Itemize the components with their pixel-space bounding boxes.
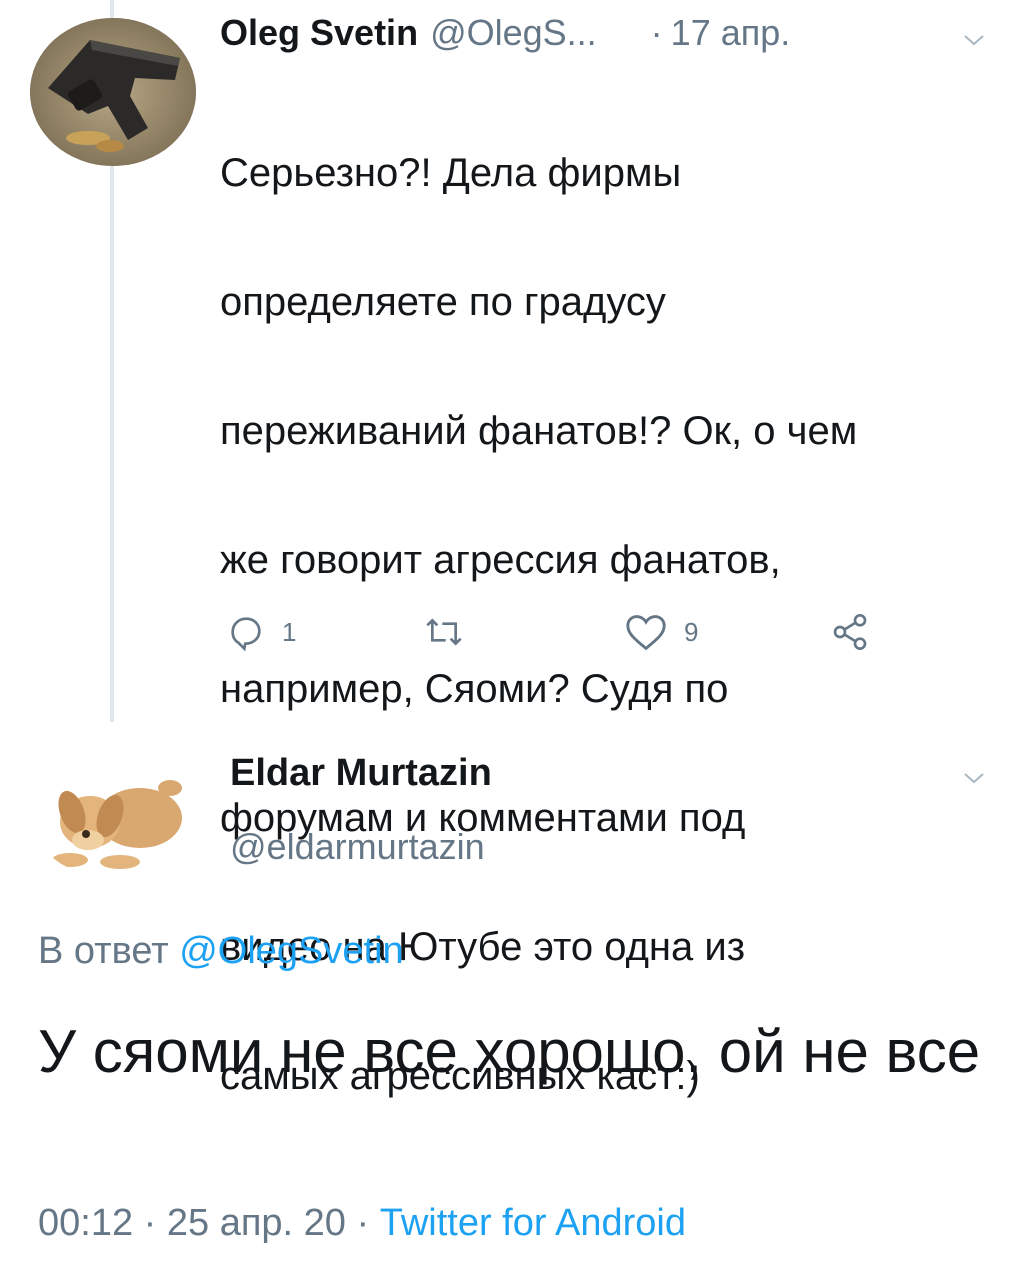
reply-icon <box>231 617 261 652</box>
text-line: например, Сяоми? Судя по <box>220 666 729 711</box>
reply-prefix: В ответ <box>38 930 169 972</box>
text-line: определяете по градусу <box>220 279 666 324</box>
share-icon <box>833 614 867 650</box>
separator: · <box>143 1202 157 1244</box>
parent-tweet-header: Oleg Svetin @OlegS... · 17 апр. <box>220 12 1010 64</box>
share-button[interactable] <box>830 612 870 652</box>
main-tweet-text: У сяоми не все хорошо, ой не все <box>38 1018 981 1085</box>
tweet-time: 00:12 <box>38 1202 134 1244</box>
avatar-eldar[interactable] <box>30 748 196 878</box>
tweet-source-link[interactable]: Twitter for Android <box>380 1202 686 1244</box>
text-line: переживаний фанатов!? Ок, о чем <box>220 408 858 453</box>
chevron-down-icon[interactable] <box>962 28 986 52</box>
pistol-photo-icon <box>30 18 196 166</box>
reply-context: В ответ @OlegSvetin <box>38 930 404 973</box>
like-count: 9 <box>684 616 699 647</box>
heart-icon <box>626 615 666 651</box>
author-name[interactable]: Oleg Svetin <box>220 12 418 54</box>
text-line: Серьезно?! Дела фирмы <box>220 150 682 195</box>
reply-count: 1 <box>282 616 297 647</box>
retweet-icon <box>426 618 462 646</box>
chevron-down-icon[interactable] <box>962 766 986 790</box>
author-handle[interactable]: @eldarmurtazin <box>230 826 485 868</box>
author-handle[interactable]: @OlegS... <box>430 12 597 54</box>
tweet-date: 25 апр. 20 <box>166 1202 346 1244</box>
parent-tweet[interactable]: Oleg Svetin @OlegS... · 17 апр. Серьезно… <box>220 12 1010 1173</box>
plush-dog-icon <box>52 780 182 869</box>
reply-mention-link[interactable]: @OlegSvetin <box>179 930 403 972</box>
retweet-button[interactable] <box>420 612 468 652</box>
like-button[interactable]: 9 <box>624 612 698 652</box>
separator: · <box>356 1202 370 1244</box>
tweet-actions: 1 9 <box>220 612 920 662</box>
reply-button[interactable]: 1 <box>226 612 296 652</box>
text-line: же говорит агрессия фанатов, <box>220 537 781 582</box>
tweet-meta: 00:12 · 25 апр. 20 · Twitter for Android <box>38 1202 686 1245</box>
author-name[interactable]: Eldar Murtazin <box>230 752 492 795</box>
tweet-date[interactable]: 17 апр. <box>671 12 791 54</box>
separator: · <box>650 12 663 53</box>
avatar-oleg[interactable] <box>30 18 196 166</box>
